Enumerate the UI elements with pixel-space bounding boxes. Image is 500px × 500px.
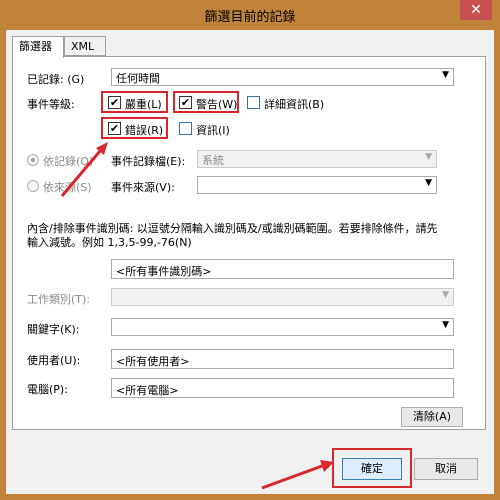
arrow-line-upper (60, 150, 102, 197)
dialog-window: 篩選目前的記錄 ✕ 篩選器 XML 已記錄: (G) 任何時間 ▼ 事件等級: (0, 0, 500, 500)
arrow-line-lower (261, 464, 323, 490)
tab-filter[interactable]: 篩選器 (12, 36, 64, 58)
annotation-arrows (60, 142, 334, 490)
arrow-head-lower (320, 460, 334, 472)
tab-filter-label: 篩選器 (19, 40, 52, 53)
